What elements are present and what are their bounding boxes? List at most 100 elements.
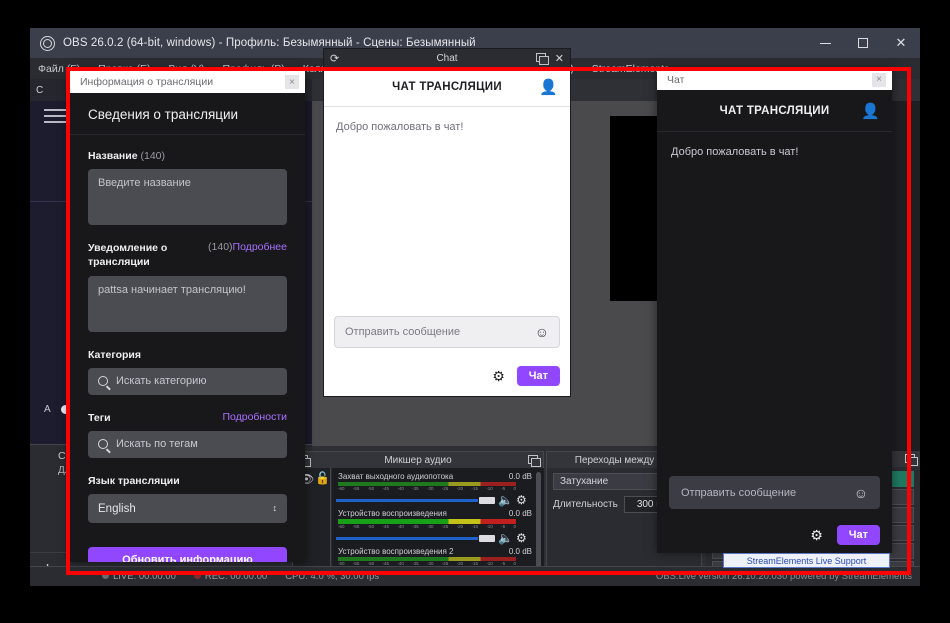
chat-input-placeholder: Отправить сообщение — [345, 326, 460, 338]
undock-icon[interactable] — [905, 454, 915, 463]
category-search-input[interactable]: Искать категорию — [88, 368, 287, 395]
chat-panel-actions: ⚙ Чат — [810, 525, 880, 545]
notice-field-counter: (140) — [208, 241, 233, 253]
notice-field-label: Уведомление о трансляции — [88, 241, 208, 269]
tick: -15 — [471, 524, 478, 531]
chat-message-input[interactable]: Отправить сообщение ☺ — [334, 316, 560, 348]
send-chat-button[interactable]: Чат — [517, 366, 560, 386]
tick: -40 — [397, 524, 404, 531]
undock-icon[interactable] — [536, 53, 546, 62]
title-input[interactable]: Введите название — [88, 169, 287, 225]
undock-icon[interactable] — [528, 455, 538, 464]
chat-actions: ⚙ Чат — [492, 366, 560, 386]
category-search-placeholder: Искать категорию — [116, 375, 207, 387]
tick: -15 — [471, 486, 478, 493]
tick: -60 — [338, 486, 345, 493]
refresh-icon[interactable]: ⟳ — [330, 52, 339, 65]
users-icon[interactable]: 👤 — [861, 102, 880, 120]
volume-slider-knob[interactable] — [479, 535, 495, 542]
chat-welcome-message: Добро пожаловать в чат! — [324, 107, 570, 147]
live-dot-icon — [102, 572, 109, 579]
speaker-icon[interactable]: 🔈 — [498, 532, 513, 544]
send-chat-button[interactable]: Чат — [837, 525, 880, 545]
tick: -35 — [412, 486, 419, 493]
tags-details-link[interactable]: Подробности — [222, 411, 287, 423]
chat-panel-input-placeholder: Отправить сообщение — [681, 487, 796, 499]
minimize-button[interactable] — [806, 28, 844, 58]
chat-panel-tab-title: Чат — [667, 74, 684, 86]
chat-panel-welcome-message: Добро пожаловать в чат! — [657, 132, 892, 172]
audio-mixer-title-label: Микшер аудио — [384, 455, 451, 466]
version-status: OBS.Live version 26.10.20.030 powered by… — [656, 571, 920, 582]
rec-status: REC: 00:00:00 — [194, 571, 267, 582]
chat-panel-tab[interactable]: Чат × — [657, 69, 892, 90]
smiley-icon[interactable]: ☺ — [854, 485, 868, 501]
mixer-track-name: Захват выходного аудиопотока — [338, 472, 453, 481]
notice-input[interactable]: pattsa начинает трансляцию! — [88, 276, 287, 332]
tick: -30 — [427, 524, 434, 531]
close-button[interactable]: ✕ — [882, 28, 920, 58]
smiley-icon[interactable]: ☺ — [535, 324, 549, 340]
users-icon[interactable]: 👤 — [539, 78, 558, 96]
close-icon[interactable]: ✕ — [555, 52, 564, 65]
tags-search-input[interactable]: Искать по тегам — [88, 431, 287, 458]
duration-label: Длительность — [553, 499, 618, 510]
mixer-track-db: 0.0 dB — [509, 472, 532, 481]
hamburger-icon[interactable] — [44, 109, 66, 124]
tick: -20 — [457, 486, 464, 493]
mixer-track: Захват выходного аудиопотока 0.0 dB -60 … — [336, 471, 538, 506]
notice-field-label-row: Уведомление о трансляции (140)Подробнее — [88, 241, 287, 269]
tick: -45 — [382, 486, 389, 493]
rec-dot-icon — [194, 572, 201, 579]
notice-learn-more-link[interactable]: Подробнее — [233, 241, 287, 253]
gear-icon[interactable]: ⚙ — [492, 368, 505, 385]
language-select-value: English — [98, 503, 136, 515]
update-info-button[interactable]: Обновить информацию — [88, 547, 287, 562]
maximize-button[interactable] — [844, 28, 882, 58]
tick: -45 — [382, 524, 389, 531]
volume-slider-row[interactable]: 🔈 ⚙ — [336, 494, 538, 506]
tags-field-label-row: Теги Подробности — [88, 411, 287, 425]
volume-slider-knob[interactable] — [479, 497, 495, 504]
language-select[interactable]: English ↕ — [88, 494, 287, 523]
tick: -50 — [368, 486, 375, 493]
mixer-track-name: Устройство воспроизведения — [338, 509, 447, 518]
tags-search-placeholder: Искать по тегам — [116, 438, 198, 450]
volume-slider-row[interactable]: 🔈 ⚙ — [336, 532, 538, 544]
lock-icon[interactable]: 🔓 — [315, 471, 330, 485]
tab-close-icon[interactable]: × — [285, 75, 299, 89]
chat-dock-title: Chat — [436, 53, 457, 64]
tick: -25 — [442, 524, 449, 531]
tick: -55 — [353, 524, 360, 531]
title-field-label-text: Название — [88, 150, 138, 162]
statusbar: LIVE: 00:00:00 REC: 00:00:00 CPU: 4.0 %,… — [30, 566, 920, 586]
gear-icon[interactable]: ⚙ — [516, 494, 527, 506]
title-field-label-row: Название (140) — [88, 149, 287, 163]
language-field-label-row: Язык трансляции — [88, 474, 287, 488]
mixer-scrollbar[interactable] — [536, 472, 541, 572]
category-field-label: Категория — [88, 348, 141, 362]
category-field-label-row: Категория — [88, 348, 287, 362]
stream-info-body: Название (140) Введите название Уведомле… — [70, 135, 305, 562]
tick: -60 — [338, 524, 345, 531]
stream-info-tab[interactable]: Информация о трансляции × — [70, 71, 305, 93]
volume-slider[interactable] — [336, 499, 478, 502]
chat-panel-heading: ЧАТ ТРАНСЛЯЦИИ — [720, 105, 830, 117]
meter-ticks: -60 -55 -50 -45 -40 -35 -30 -25 -20 -15 … — [338, 524, 516, 531]
chat-panel-message-input[interactable]: Отправить сообщение ☺ — [669, 476, 880, 509]
stream-info-heading: Сведения о трансляции — [70, 93, 305, 135]
tick: -5 — [501, 486, 505, 493]
tick: -10 — [486, 524, 493, 531]
mixer-track-name: Устройство воспроизведения 2 — [338, 547, 454, 556]
gear-icon[interactable]: ⚙ — [810, 527, 823, 544]
streamelements-support-bar[interactable]: StreamElements Live Support — [723, 553, 890, 568]
tab-close-icon[interactable]: × — [872, 73, 886, 87]
tick: -10 — [486, 486, 493, 493]
speaker-icon[interactable]: 🔈 — [498, 494, 513, 506]
audio-mixer-title: Микшер аудио — [293, 452, 543, 468]
gear-icon[interactable]: ⚙ — [516, 532, 527, 544]
search-icon — [98, 439, 108, 449]
chat-dock-titlebar: ⟳ Chat ✕ — [324, 49, 570, 67]
volume-slider[interactable] — [336, 537, 478, 540]
window-controls: ✕ — [806, 28, 920, 58]
